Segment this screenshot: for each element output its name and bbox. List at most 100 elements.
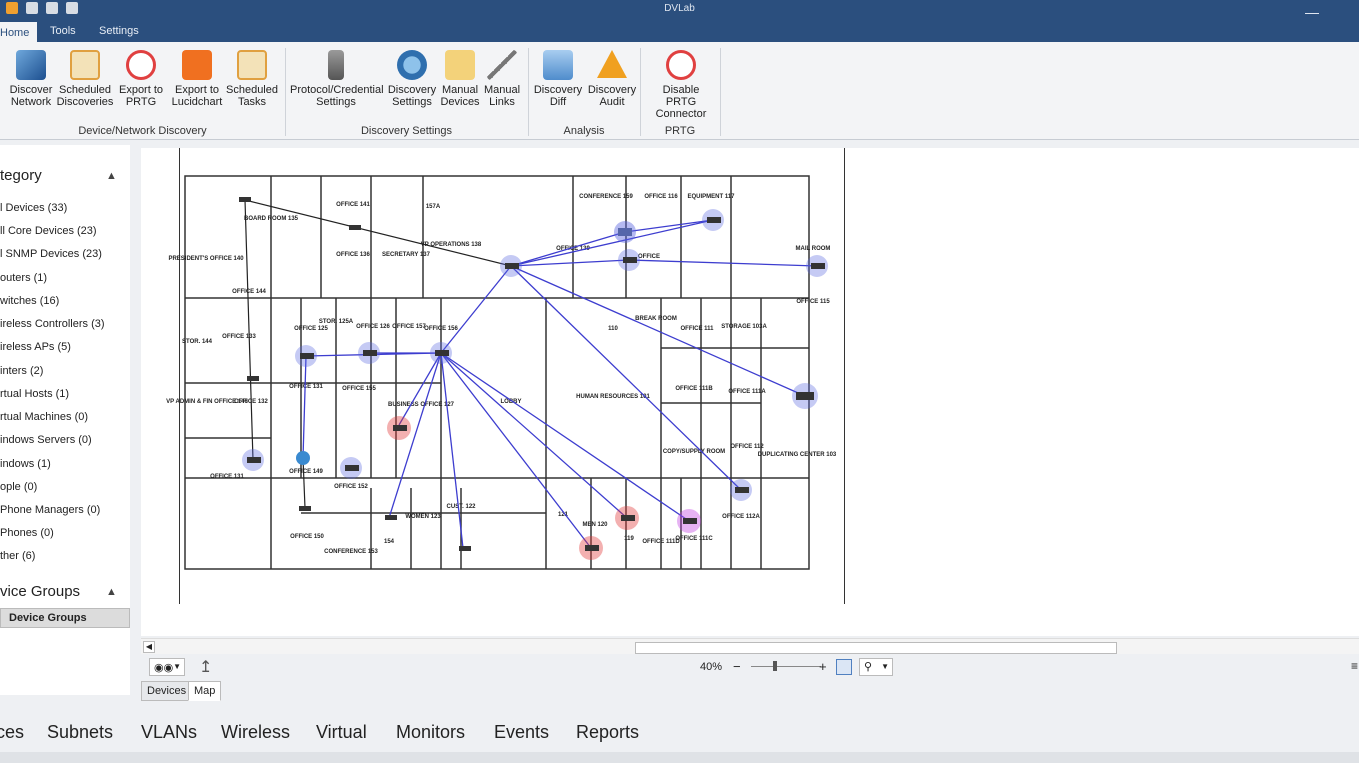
room-label: STORAGE 103A [721, 324, 767, 330]
nav-subnets[interactable]: Subnets [47, 722, 113, 743]
sidebar-item-ip-phones[interactable]: Phones (0) [0, 527, 54, 539]
room-label: OFFICE 116 [644, 194, 678, 200]
sidebar-item-virtual-hosts[interactable]: rtual Hosts (1) [0, 388, 69, 400]
nav-monitors[interactable]: Monitors [396, 722, 465, 743]
tab-settings[interactable]: Settings [91, 20, 147, 42]
tab-map[interactable]: Map [188, 681, 222, 701]
room-label: DUPLICATING CENTER 103 [758, 452, 837, 458]
sidebar-item-windows[interactable]: indows (1) [0, 458, 51, 470]
gauge-icon [666, 50, 696, 80]
sidebar-item-wireless-controllers[interactable]: ireless Controllers (3) [0, 318, 105, 330]
scheduled-tasks-label: Scheduled [226, 84, 278, 96]
switch-icon[interactable] [247, 457, 261, 463]
network-icon [16, 50, 46, 80]
sidebar-item-switches[interactable]: witches (16) [0, 295, 59, 307]
discover-network-label-2: Network [10, 96, 52, 108]
room-label: STOR. 144 [182, 339, 213, 345]
zoom-slider[interactable] [751, 661, 821, 671]
room-label: OFFICE 111 [680, 326, 714, 332]
export-prtg-button[interactable]: Export to PRTG [111, 50, 171, 108]
switch-icon[interactable] [585, 545, 599, 551]
nav-virtual[interactable]: Virtual [316, 722, 367, 743]
switch-icon[interactable] [363, 350, 377, 356]
server-icon[interactable] [796, 392, 814, 400]
globe-icon[interactable] [296, 451, 310, 465]
nav-events[interactable]: Events [494, 722, 549, 743]
protocol-credential-button[interactable]: Protocol/Credential Settings [290, 50, 384, 108]
ribbon: e Discover Network Scheduled Discoveries… [0, 42, 1359, 140]
chevron-up-icon[interactable]: ▲ [106, 170, 117, 182]
scheduled-discoveries-button[interactable]: Scheduled Discoveries [55, 50, 115, 108]
switch-icon[interactable] [300, 353, 314, 359]
router-icon[interactable] [349, 225, 361, 230]
nav-devices[interactable]: ces [0, 722, 24, 743]
router-icon[interactable] [299, 506, 311, 511]
switch-icon[interactable] [707, 217, 721, 223]
nav-reports[interactable]: Reports [576, 722, 639, 743]
sidebar-item-devices[interactable]: l Devices (33) [0, 202, 67, 214]
horizontal-scrollbar[interactable]: ◀ [141, 638, 1359, 654]
sidebar-item-printers[interactable]: inters (2) [0, 365, 43, 377]
sidebar-item-routers[interactable]: outers (1) [0, 272, 47, 284]
group-label-settings: Discovery Settings [360, 125, 453, 137]
tab-devices[interactable]: Devices [141, 681, 193, 701]
sidebar-item-ip-phone-managers[interactable]: Phone Managers (0) [0, 504, 100, 516]
switch-icon[interactable] [393, 425, 407, 431]
discovery-audit-button[interactable]: Discovery Audit [582, 50, 642, 108]
manual-links-button[interactable]: Manual Links [472, 50, 532, 108]
zoom-dropdown[interactable]: ⚲ ▼ [859, 658, 893, 676]
switch-icon[interactable] [811, 263, 825, 269]
zoom-slider-knob[interactable] [773, 661, 777, 671]
chevron-up-icon[interactable]: ▲ [106, 586, 117, 598]
sidebar-item-windows-servers[interactable]: indows Servers (0) [0, 434, 92, 446]
device-groups-label: Device Groups [9, 612, 87, 624]
sidebar-item-wireless-aps[interactable]: ireless APs (5) [0, 341, 71, 353]
sidebar-item-snmp-devices[interactable]: l SNMP Devices (23) [0, 248, 102, 260]
switch-icon[interactable] [435, 350, 449, 356]
disable-prtg-button[interactable]: Disable PRTG Connector [646, 50, 716, 120]
map-canvas[interactable]: CONFERENCE 159 OFFICE 116 EQUIPMENT 117 … [141, 148, 1359, 636]
switch-icon[interactable] [345, 465, 359, 471]
sidebar-item-apple[interactable]: ople (0) [0, 481, 37, 493]
router-icon[interactable] [459, 546, 471, 551]
discover-network-button[interactable]: Discover Network [1, 50, 61, 108]
export-lucidchart-button[interactable]: Export to Lucidchart [167, 50, 227, 108]
calendar-icon [70, 50, 100, 80]
sidebar-item-core-devices[interactable]: ll Core Devices (23) [0, 225, 97, 237]
discovery-diff-button[interactable]: Discovery Diff [528, 50, 588, 108]
status-bar [0, 752, 1359, 763]
room-label: HUMAN RESOURCES 101 [576, 394, 650, 400]
switch-icon[interactable] [683, 518, 697, 524]
fit-to-screen-icon[interactable] [836, 659, 852, 675]
export-lucidchart-label: Export to [174, 84, 220, 96]
sidebar-item-other[interactable]: ther (6) [0, 550, 35, 562]
up-arrow-icon[interactable]: ↥ [199, 657, 212, 677]
switch-icon[interactable] [623, 257, 637, 263]
device-groups-heading: vice Groups [0, 583, 81, 600]
router-icon[interactable] [247, 376, 259, 381]
nav-wireless[interactable]: Wireless [221, 722, 290, 743]
zoom-out-button[interactable]: − [733, 659, 741, 674]
scroll-left-icon[interactable]: ◀ [143, 641, 155, 653]
device-groups-row[interactable]: Device Groups [0, 608, 130, 628]
router-icon[interactable] [385, 515, 397, 520]
group-label-discovery: Device/Network Discovery [78, 125, 207, 137]
tab-home[interactable]: Home [0, 20, 38, 42]
room-label: OFFICE 141 [336, 202, 370, 208]
router-icon[interactable] [239, 197, 251, 202]
room-label: BOARD ROOM 135 [244, 216, 299, 222]
discovery-audit-label: Discovery [587, 84, 637, 96]
minimize-button[interactable] [1305, 0, 1319, 14]
scroll-thumb[interactable] [635, 642, 1117, 654]
switch-icon[interactable] [505, 263, 519, 269]
switch-icon[interactable] [621, 515, 635, 521]
switch-icon[interactable] [618, 228, 632, 236]
switch-icon[interactable] [735, 487, 749, 493]
binoculars-dropdown[interactable]: ◉◉ ▼ [149, 658, 185, 676]
tab-tools[interactable]: Tools [42, 20, 84, 42]
scheduled-tasks-button[interactable]: Scheduled Tasks [222, 50, 282, 108]
sidebar-item-virtual-machines[interactable]: rtual Machines (0) [0, 411, 88, 423]
nav-vlans[interactable]: VLANs [141, 722, 197, 743]
room-label: OFFICE 115 [796, 299, 830, 305]
zoom-in-button[interactable]: + [819, 659, 827, 674]
